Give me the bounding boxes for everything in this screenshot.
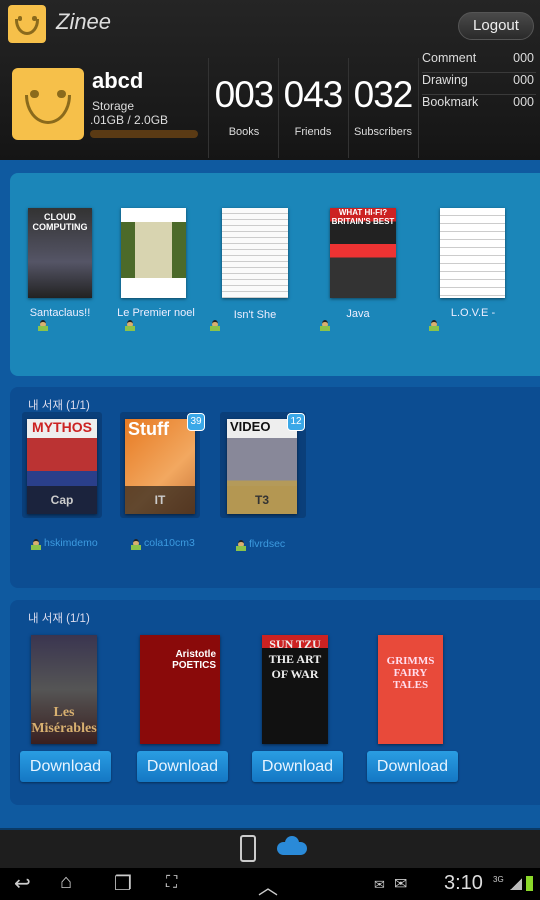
- email-icon: ✉: [394, 876, 408, 893]
- store-book-cover[interactable]: SUN TZU THE ART OF WAR: [262, 635, 328, 744]
- device-tab-icon[interactable]: [240, 835, 256, 862]
- storage-value: .01GB / 2.0GB: [90, 113, 169, 127]
- book-title[interactable]: Java: [308, 308, 408, 320]
- user-icon: [320, 320, 330, 331]
- avatar[interactable]: [12, 68, 84, 140]
- bookmark-stat[interactable]: Bookmark 000: [422, 95, 536, 117]
- shelf-book[interactable]: VIDEO T3: [227, 419, 297, 514]
- drawing-label: Drawing: [422, 73, 468, 87]
- battery-icon: [526, 876, 533, 891]
- book-title[interactable]: L.O.V.E -: [423, 307, 523, 319]
- friends-count[interactable]: 043: [279, 74, 347, 116]
- book-cover[interactable]: WHAT HI-FI? BRITAIN'S BEST: [330, 208, 396, 298]
- owner-name[interactable]: cola10cm3: [144, 537, 195, 549]
- comment-count-badge: 39: [187, 413, 205, 431]
- section-title: 내 서재 (1/1): [28, 400, 90, 412]
- book-title[interactable]: Santaclaus!!: [10, 307, 110, 319]
- user-icon: [236, 540, 246, 551]
- books-label: Books: [228, 126, 260, 138]
- storage-label: Storage: [92, 99, 135, 113]
- home-icon[interactable]: ⌂: [60, 871, 72, 894]
- books-count[interactable]: 003: [210, 74, 278, 116]
- bookmark-label: Bookmark: [422, 95, 479, 109]
- signal-icon: [510, 878, 522, 890]
- book-cover[interactable]: [222, 208, 288, 298]
- subscribers-label: Subscribers: [353, 126, 413, 138]
- friends-label: Friends: [294, 126, 332, 138]
- section-title: 내 서재 (1/1): [28, 613, 90, 625]
- clock: 3:10: [444, 872, 483, 894]
- store-book-cover[interactable]: Les Misérables: [31, 635, 97, 744]
- bookmark-value: 000: [513, 95, 534, 109]
- screenshot-icon[interactable]: ⛶: [166, 874, 177, 892]
- download-button[interactable]: Download: [252, 751, 343, 782]
- download-button[interactable]: Download: [20, 751, 111, 782]
- shelf-book[interactable]: Stuff IT: [125, 419, 195, 514]
- user-icon: [125, 320, 135, 331]
- recent-apps-icon[interactable]: ❐: [114, 871, 132, 896]
- book-title[interactable]: Le Premier noel: [106, 307, 206, 319]
- user-icon: [210, 320, 220, 331]
- mail-icon: ✉: [374, 877, 385, 892]
- system-nav-bar: ↩ ⌂ ❐ ⛶ ︿ ✉ ✉ 3:10 3G: [0, 868, 540, 900]
- shelf-book-label: T3: [227, 486, 297, 514]
- shelf-book-label: Cap: [27, 486, 97, 514]
- download-button[interactable]: Download: [137, 751, 228, 782]
- user-icon: [38, 320, 48, 331]
- logout-button[interactable]: Logout: [458, 12, 534, 40]
- book-title[interactable]: Isn't She: [205, 309, 305, 321]
- comment-label: Comment: [422, 51, 477, 65]
- app-logo-icon: [8, 5, 46, 43]
- store-book-cover[interactable]: GRIMMS FAIRY TALES: [378, 635, 443, 744]
- drawing-value: 000: [513, 73, 534, 87]
- download-button[interactable]: Download: [367, 751, 458, 782]
- comment-count-badge: 12: [287, 413, 305, 431]
- comment-value: 000: [513, 51, 534, 65]
- store-book-cover[interactable]: Aristotle POETICS: [140, 635, 220, 744]
- user-icon: [131, 539, 141, 550]
- owner-name[interactable]: flvrdsec: [249, 538, 285, 550]
- user-icon: [31, 539, 41, 550]
- bottom-tab-bar: [0, 828, 540, 868]
- storage-progress-bar: [90, 130, 198, 138]
- shelf-book[interactable]: MYTHOS Cap: [27, 419, 97, 514]
- header: Zinee Logout abcd Storage .01GB / 2.0GB …: [0, 0, 540, 160]
- username: abcd: [92, 68, 144, 93]
- book-cover[interactable]: CLOUD COMPUTING: [28, 208, 92, 298]
- chevron-up-icon[interactable]: ︿: [258, 871, 278, 900]
- book-cover[interactable]: [121, 208, 186, 298]
- cloud-tab-icon[interactable]: [277, 836, 307, 855]
- drawing-stat[interactable]: Drawing 000: [422, 73, 536, 95]
- owner-name[interactable]: hskimdemo: [44, 537, 98, 549]
- shelf-book-label: IT: [125, 486, 195, 514]
- comment-stat[interactable]: Comment 000: [422, 51, 536, 73]
- subscribers-count[interactable]: 032: [349, 74, 417, 116]
- book-cover[interactable]: [440, 208, 505, 298]
- user-icon: [429, 320, 439, 331]
- app-title: Zinee: [56, 9, 112, 34]
- back-icon[interactable]: ↩: [14, 871, 31, 896]
- network-type: 3G: [493, 875, 504, 884]
